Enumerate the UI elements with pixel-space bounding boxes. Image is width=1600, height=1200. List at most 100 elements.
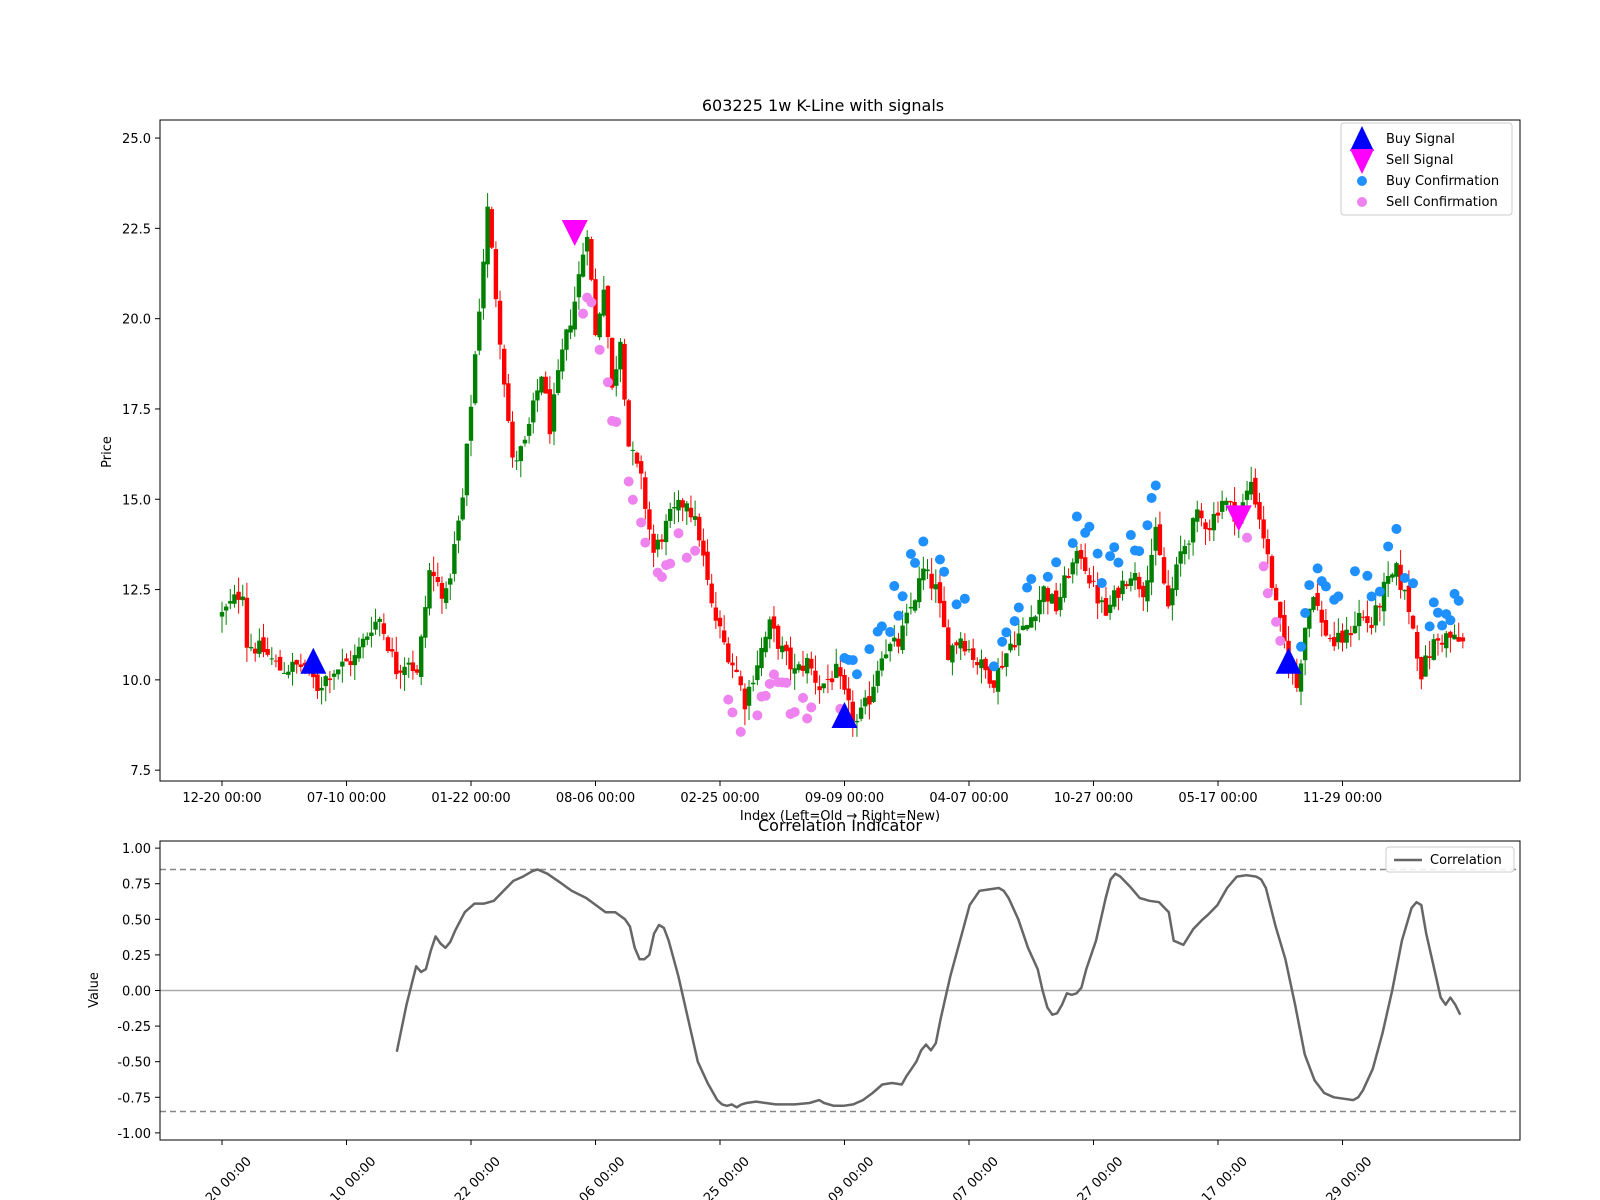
- correlation-ytick-label: 1.00: [122, 842, 151, 857]
- sell-confirmation-point: [781, 677, 792, 688]
- candle-body: [780, 645, 785, 653]
- candle-body: [360, 638, 366, 648]
- candle-body: [1037, 599, 1042, 615]
- candle-body: [356, 646, 362, 659]
- candle-body: [514, 460, 519, 462]
- candle-body: [1315, 592, 1320, 606]
- candle-body: [1319, 609, 1324, 623]
- legend-sell-confirmation-marker: [1357, 197, 1367, 207]
- candle-body: [983, 658, 988, 671]
- candle-body: [1369, 624, 1374, 629]
- sell-confirmation-point: [1258, 561, 1269, 572]
- buy-confirmation-point: [1009, 616, 1020, 627]
- candle-body: [547, 389, 553, 435]
- candle-body: [431, 571, 436, 577]
- correlation-ylabel: Value: [87, 972, 102, 1008]
- buy-confirmation-point: [939, 566, 950, 577]
- kline-xtick-label: 01-22 00:00: [431, 791, 510, 806]
- sell-confirmation-point: [665, 558, 676, 569]
- candle-body: [228, 600, 233, 604]
- sell-confirmation-point: [802, 713, 813, 724]
- candle-body: [1381, 581, 1387, 612]
- candle-body: [319, 687, 324, 691]
- correlation-title: Correlation Indicator: [758, 816, 922, 835]
- buy-confirmation-point: [1432, 607, 1443, 618]
- candle-body: [921, 568, 926, 581]
- candle-body: [1186, 543, 1192, 545]
- kline-xtick-label: 07-10 00:00: [307, 791, 386, 806]
- candle-body: [680, 500, 685, 508]
- buy-confirmation-point: [1146, 492, 1157, 503]
- kline-ytick-label: 15.0: [122, 493, 151, 508]
- sell-confirmation-point: [789, 707, 800, 718]
- candle-body: [771, 616, 777, 629]
- candle-body: [1215, 512, 1221, 516]
- candle-body: [261, 637, 266, 653]
- kline-ytick-label: 17.5: [122, 403, 151, 418]
- sell-confirmation-point: [723, 694, 734, 705]
- candle-body: [1099, 600, 1104, 603]
- correlation-xtick-label: 04-07 00:00: [935, 1154, 1002, 1200]
- candle-body: [933, 584, 938, 590]
- candle-body: [1070, 562, 1075, 575]
- buy-confirmation-point: [1333, 591, 1344, 602]
- candle-body: [1000, 665, 1005, 668]
- candle-body: [734, 669, 739, 673]
- candle-body: [1199, 510, 1204, 519]
- candle-body: [1278, 601, 1283, 618]
- candle-body: [414, 669, 420, 673]
- candle-body: [1265, 539, 1270, 555]
- candle-body: [468, 406, 474, 441]
- candle-body: [638, 461, 644, 474]
- candle-body: [423, 607, 428, 638]
- candle-body: [381, 623, 387, 634]
- candle-body: [738, 676, 743, 686]
- buy-confirmation-point: [1391, 523, 1402, 534]
- candle-body: [539, 376, 544, 393]
- candle-body: [746, 686, 752, 706]
- candle-body: [1153, 526, 1158, 551]
- sell-confirmation-point: [690, 545, 701, 556]
- buy-confirmation-point: [1296, 641, 1306, 652]
- candle-body: [1394, 563, 1399, 577]
- candle-body: [929, 573, 934, 589]
- kline-ytick-label: 12.5: [122, 584, 151, 599]
- candle-body: [265, 648, 270, 655]
- correlation-xtick-label: 08-06 00:00: [562, 1154, 629, 1200]
- buy-confirmation-point: [1013, 602, 1024, 613]
- candle-body: [867, 696, 872, 705]
- candle-body: [543, 376, 548, 394]
- buy-confirmation-point: [1399, 572, 1410, 583]
- candle-body: [1029, 617, 1034, 628]
- legend-buy-signal-label: Buy Signal: [1386, 132, 1455, 147]
- sell-confirmation-point: [727, 707, 738, 718]
- sell-confirmation-point: [623, 476, 634, 487]
- correlation-xtick-label: 01-22 00:00: [437, 1154, 504, 1200]
- correlation-xtick-label: 12-20 00:00: [188, 1154, 255, 1200]
- candle-body: [294, 659, 299, 665]
- sell-confirmation-point: [1275, 635, 1286, 646]
- buy-confirmation-point: [885, 627, 896, 638]
- buy-confirmation-point: [1109, 542, 1120, 553]
- candle-body: [755, 665, 760, 681]
- candle-body: [1261, 519, 1266, 539]
- candle-body: [257, 640, 262, 654]
- candle-body: [236, 591, 241, 600]
- buy-confirmation-point: [934, 554, 945, 565]
- candle-body: [1016, 633, 1021, 646]
- candle-body: [622, 343, 627, 400]
- candle-body: [1410, 615, 1416, 629]
- candle-body: [1203, 522, 1208, 530]
- candle-body: [883, 654, 889, 659]
- candle-body: [352, 655, 357, 666]
- candle-body: [398, 670, 403, 673]
- candle-body: [1049, 594, 1055, 604]
- candle-body: [676, 499, 681, 511]
- candle-body: [663, 520, 669, 542]
- candle-body: [244, 597, 250, 648]
- correlation-xtick-label: 09-09 00:00: [811, 1154, 878, 1200]
- sell-confirmation-point: [752, 710, 763, 721]
- candle-body: [506, 383, 511, 422]
- candle-body: [439, 582, 445, 599]
- candle-body: [804, 658, 810, 674]
